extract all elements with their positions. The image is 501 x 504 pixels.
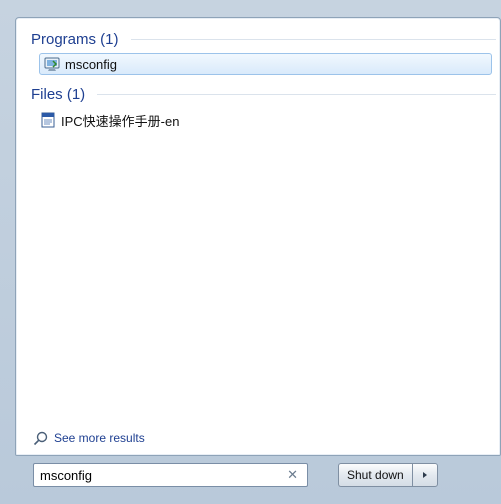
section-divider xyxy=(130,38,496,40)
result-item-msconfig[interactable]: msconfig xyxy=(39,53,492,75)
triangle-right-icon xyxy=(421,466,429,484)
result-item-ipc-manual[interactable]: IPC快速操作手册-en xyxy=(40,109,179,131)
shut-down-button[interactable]: Shut down xyxy=(338,463,412,487)
files-section-header: Files (1) xyxy=(31,83,496,105)
document-icon xyxy=(40,112,56,128)
files-section-title: Files (1) xyxy=(31,85,86,103)
search-input[interactable] xyxy=(40,467,280,483)
result-item-label: IPC快速操作手册-en xyxy=(61,113,180,129)
shut-down-label: Shut down xyxy=(347,468,404,482)
programs-section-title: Programs (1) xyxy=(31,30,119,48)
shutdown-options-button[interactable] xyxy=(411,463,438,487)
programs-section-header: Programs (1) xyxy=(31,28,496,50)
section-divider xyxy=(97,93,496,95)
search-icon xyxy=(33,431,48,446)
start-menu-frame: Programs (1) msconfig Files (1) IPC快速操作手… xyxy=(0,0,501,504)
search-results-panel: Programs (1) msconfig Files (1) IPC快速操作手… xyxy=(15,17,501,456)
shutdown-button-group: Shut down xyxy=(338,463,438,487)
system-configuration-icon xyxy=(44,56,60,72)
clear-icon[interactable]: ✕ xyxy=(287,467,298,483)
see-more-results-link[interactable]: See more results xyxy=(33,429,145,447)
search-box[interactable]: ✕ xyxy=(33,463,308,487)
see-more-results-label: See more results xyxy=(54,431,145,445)
result-item-label: msconfig xyxy=(65,56,118,72)
